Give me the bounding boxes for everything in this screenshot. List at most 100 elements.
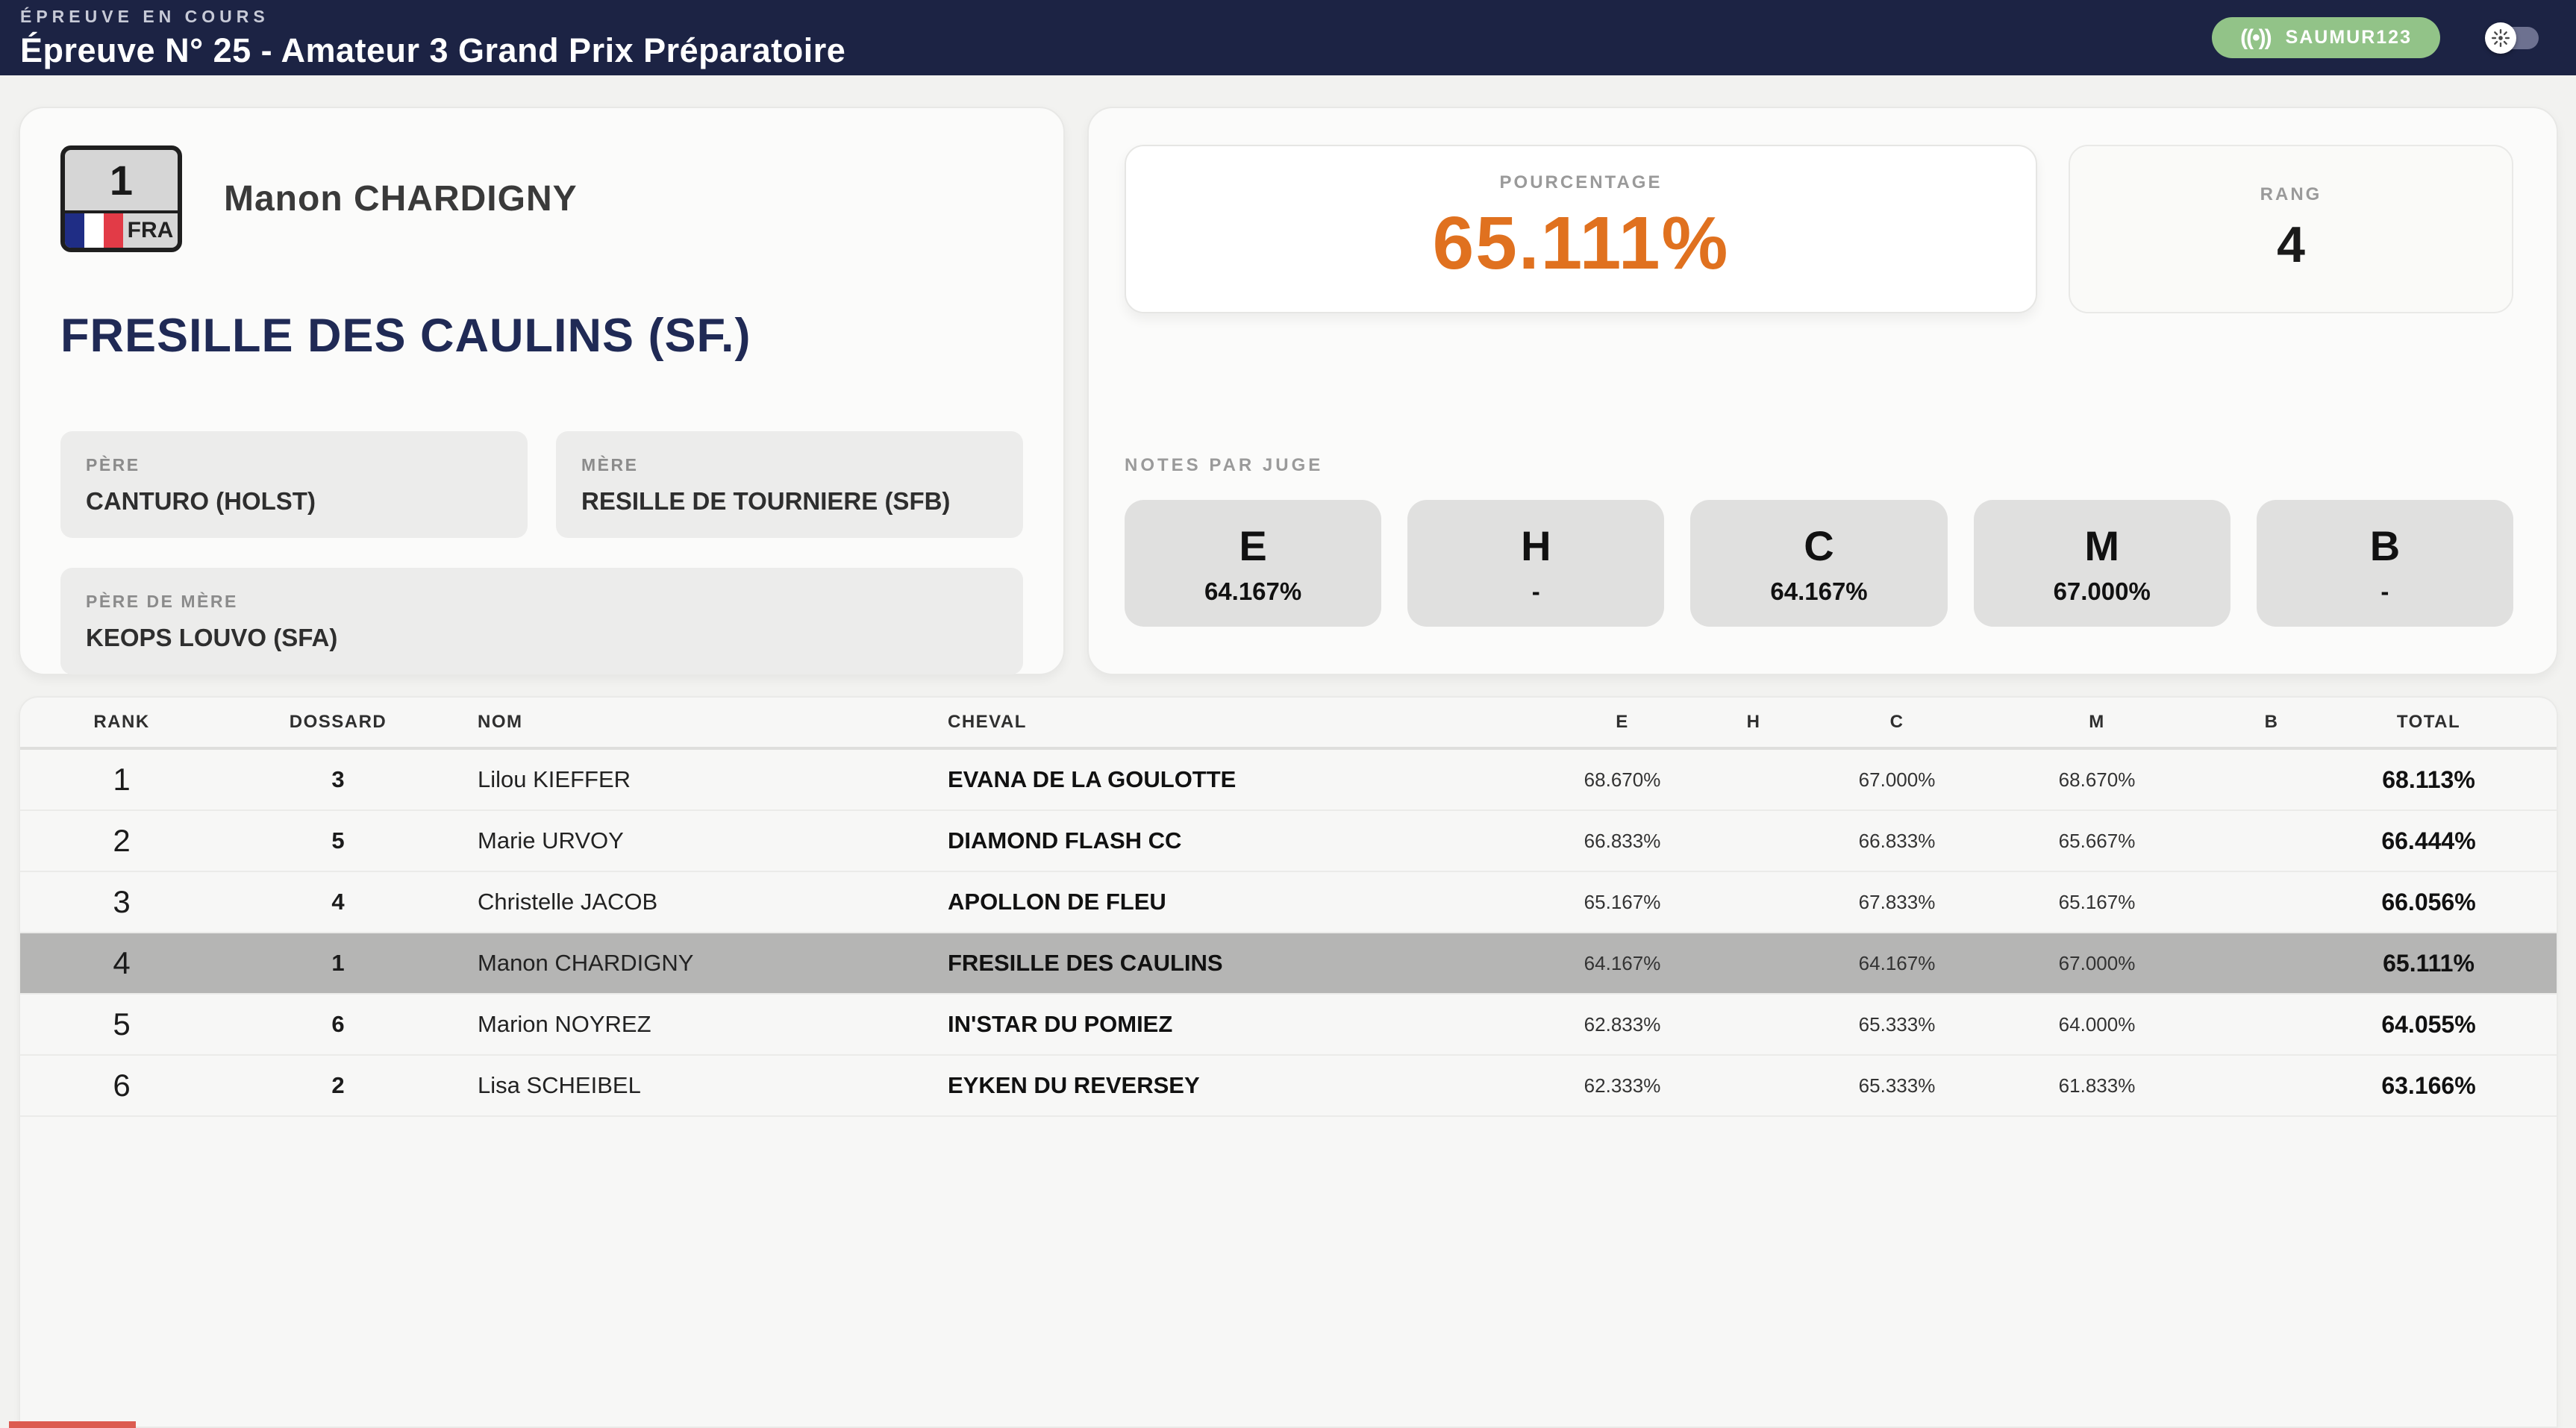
judge-card-m: M 67.000% (1974, 500, 2230, 627)
total-cell: 64.055% (2330, 1011, 2557, 1039)
scoreboard-app: ÉPREUVE EN COURS Épreuve N° 25 - Amateur… (0, 0, 2576, 1428)
pedigree-section: PÈRE CANTURO (HOLST) MÈRE RESILLE DE TOU… (60, 431, 1023, 674)
dossard-cell: 5 (223, 827, 453, 854)
rider-name-cell: Manon CHARDIGNY (453, 950, 938, 977)
judge-e-score-cell: 66.833% (1550, 830, 1695, 853)
theme-toggle[interactable] (2485, 22, 2539, 54)
broadcast-icon: ((•)) (2240, 25, 2270, 51)
rider-name-cell: Christelle JACOB (453, 889, 938, 915)
judge-letter: C (1804, 522, 1833, 570)
judge-m-score-cell: 64.000% (1981, 1013, 2213, 1036)
table-row: 1 3 Lilou KIEFFER EVANA DE LA GOULOTTE 6… (20, 750, 2557, 811)
judge-card-b: B - (2257, 500, 2513, 627)
pedigree-label: PÈRE (86, 455, 502, 475)
column-header-total: TOTAL (2330, 712, 2557, 733)
rider-name-cell: Lilou KIEFFER (453, 766, 938, 793)
pedigree-sire: PÈRE CANTURO (HOLST) (60, 431, 528, 538)
horse-name-cell: DIAMOND FLASH CC (938, 827, 1550, 854)
horse-name-cell: EVANA DE LA GOULOTTE (938, 766, 1550, 793)
rank-value: 4 (2277, 216, 2305, 274)
rank-cell: 3 (20, 884, 223, 920)
judge-letter: E (1239, 522, 1266, 570)
table-header: RANK DOSSARD NOM CHEVAL E H C M B TOTAL (20, 698, 2557, 750)
score-card: POURCENTAGE 65.111% RANG 4 NOTES PAR JUG… (1087, 107, 2558, 675)
judge-c-score-cell: 64.167% (1813, 952, 1981, 975)
table-row: 6 2 Lisa SCHEIBEL EYKEN DU REVERSEY 62.3… (20, 1056, 2557, 1117)
judge-c-score-cell: 65.333% (1813, 1013, 1981, 1036)
judge-score: 64.167% (1770, 577, 1867, 606)
judge-m-score-cell: 67.000% (1981, 952, 2213, 975)
total-cell: 68.113% (2330, 766, 2557, 794)
pedigree-dam: MÈRE RESILLE DE TOURNIERE (SFB) (556, 431, 1023, 538)
live-channel-badge[interactable]: ((•)) SAUMUR123 (2212, 17, 2440, 58)
table-row: 2 5 Marie URVOY DIAMOND FLASH CC 66.833%… (20, 811, 2557, 872)
judge-e-score-cell: 65.167% (1550, 891, 1695, 914)
horse-name-cell: APOLLON DE FLEU (938, 889, 1550, 915)
judge-c-score-cell: 66.833% (1813, 830, 1981, 853)
pedigree-damsire: PÈRE DE MÈRE KEOPS LOUVO (SFA) (60, 568, 1023, 674)
rank-label: RANG (2260, 184, 2322, 205)
results-table-body: 1 3 Lilou KIEFFER EVANA DE LA GOULOTTE 6… (20, 750, 2557, 1117)
total-cell: 66.056% (2330, 889, 2557, 916)
pedigree-value: CANTURO (HOLST) (86, 487, 502, 516)
judge-card-c: C 64.167% (1690, 500, 1947, 627)
total-cell: 63.166% (2330, 1072, 2557, 1100)
column-header-dossard: DOSSARD (223, 712, 453, 733)
judges-row: E 64.167% H - C 64.167% M 67.000% (1125, 500, 2513, 627)
dossard-cell: 1 (223, 950, 453, 977)
table-row: 4 1 Manon CHARDIGNY FRESILLE DES CAULINS… (20, 933, 2557, 995)
dossard-cell: 6 (223, 1011, 453, 1038)
judge-m-score-cell: 65.667% (1981, 830, 2213, 853)
column-header-judge-h: H (1695, 712, 1813, 733)
judge-e-score-cell: 68.670% (1550, 768, 1695, 792)
judge-score: - (1532, 577, 1540, 606)
judge-c-score-cell: 65.333% (1813, 1074, 1981, 1097)
results-table: RANK DOSSARD NOM CHEVAL E H C M B TOTAL … (19, 696, 2558, 1428)
table-row: 3 4 Christelle JACOB APOLLON DE FLEU 65.… (20, 872, 2557, 933)
bottom-progress-bar (9, 1421, 136, 1428)
judge-m-score-cell: 68.670% (1981, 768, 2213, 792)
top-cards-row: 1 FRA Manon CHARDIGNY FRESILLE DES CAULI… (19, 107, 2558, 675)
judges-section-label: NOTES PAR JUGE (1125, 455, 2513, 476)
dossard-cell: 2 (223, 1072, 453, 1099)
rank-cell: 2 (20, 823, 223, 859)
pedigree-label: PÈRE DE MÈRE (86, 592, 998, 612)
plate-nationality: FRA (65, 213, 178, 248)
judge-e-score-cell: 64.167% (1550, 952, 1695, 975)
main-content: 1 FRA Manon CHARDIGNY FRESILLE DES CAULI… (0, 75, 2576, 1428)
dossard-cell: 4 (223, 889, 453, 915)
pedigree-value: RESILLE DE TOURNIERE (SFB) (581, 487, 998, 516)
total-cell: 66.444% (2330, 827, 2557, 855)
column-header-judge-m: M (1981, 712, 2213, 733)
rider-name-cell: Lisa SCHEIBEL (453, 1072, 938, 1099)
pedigree-value: KEOPS LOUVO (SFA) (86, 624, 998, 652)
judge-letter: H (1521, 522, 1551, 570)
rank-cell: 6 (20, 1068, 223, 1103)
total-cell: 65.111% (2330, 950, 2557, 977)
horse-name-cell: EYKEN DU REVERSEY (938, 1072, 1550, 1099)
judge-score: - (2380, 577, 2389, 606)
rank-cell: 1 (20, 762, 223, 798)
judge-letter: M (2084, 522, 2119, 570)
judge-score: 64.167% (1204, 577, 1301, 606)
competitor-identity: 1 FRA Manon CHARDIGNY (60, 145, 1023, 252)
rank-cell: 5 (20, 1006, 223, 1042)
event-info: ÉPREUVE EN COURS Épreuve N° 25 - Amateur… (20, 5, 845, 70)
event-title: Épreuve N° 25 - Amateur 3 Grand Prix Pré… (20, 31, 845, 70)
pedigree-label: MÈRE (581, 455, 998, 475)
judge-m-score-cell: 61.833% (1981, 1074, 2213, 1097)
column-header-nom: NOM (453, 712, 938, 733)
rank-box: RANG 4 (2069, 145, 2513, 313)
judge-e-score-cell: 62.833% (1550, 1013, 1695, 1036)
competitor-number: 1 (65, 150, 178, 213)
horse-name-cell: FRESILLE DES CAULINS (938, 950, 1550, 977)
score-summary-row: POURCENTAGE 65.111% RANG 4 (1125, 145, 2513, 313)
top-bar-controls: ((•)) SAUMUR123 (2212, 17, 2539, 58)
column-header-judge-b: B (2213, 712, 2330, 733)
column-header-rank: RANK (20, 712, 223, 733)
dossard-cell: 3 (223, 766, 453, 793)
judge-c-score-cell: 67.000% (1813, 768, 1981, 792)
judge-letter: B (2370, 522, 2400, 570)
judge-c-score-cell: 67.833% (1813, 891, 1981, 914)
rider-name-cell: Marion NOYREZ (453, 1011, 938, 1038)
